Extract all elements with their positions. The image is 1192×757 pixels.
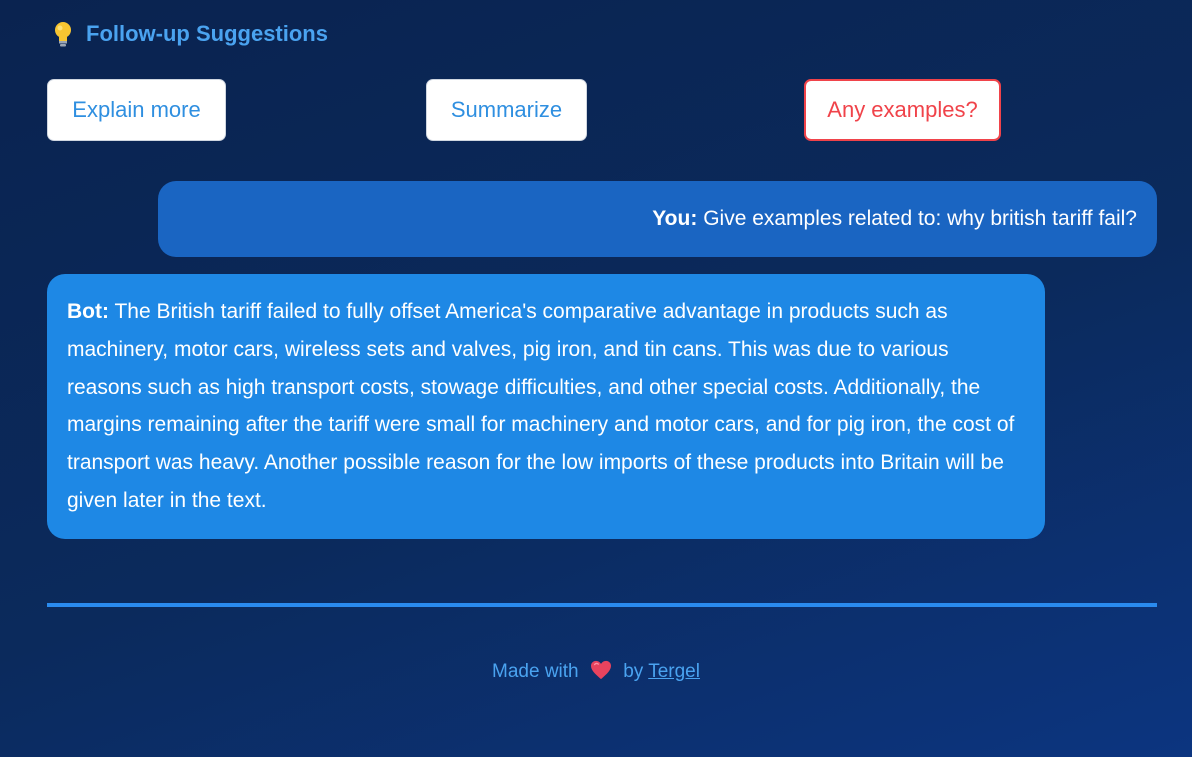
user-message: You: Give examples related to: why briti… (158, 181, 1157, 257)
footer: Made with by Tergel (0, 660, 1192, 686)
bot-speaker-label: Bot: (67, 300, 109, 323)
summarize-button[interactable]: Summarize (426, 79, 587, 141)
bot-message-text: The British tariff failed to fully offse… (67, 300, 1015, 512)
heart-icon (590, 660, 612, 686)
suggestions-header: Follow-up Suggestions (52, 20, 328, 48)
lightbulb-icon (52, 20, 74, 48)
user-speaker-label: You: (652, 207, 698, 230)
made-with-text: Made with (492, 661, 579, 682)
bot-message: Bot: The British tariff failed to fully … (47, 274, 1045, 539)
suggestions-title: Follow-up Suggestions (86, 21, 328, 46)
explain-more-button[interactable]: Explain more (47, 79, 226, 141)
any-examples-button[interactable]: Any examples? (804, 79, 1001, 141)
by-text: by (623, 661, 644, 682)
user-message-text: Give examples related to: why british ta… (703, 207, 1137, 230)
footer-divider (47, 603, 1157, 607)
author-link[interactable]: Tergel (648, 661, 700, 682)
